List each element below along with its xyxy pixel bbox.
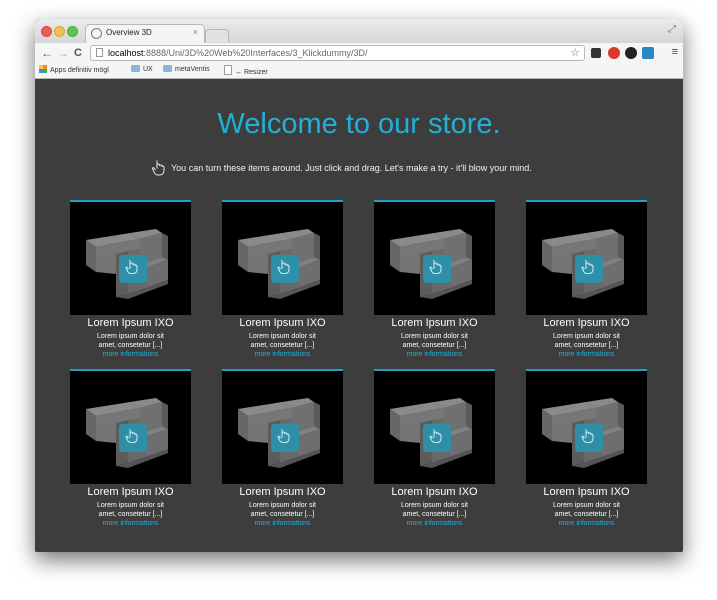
product-name: Lorem Ipsum IXO (543, 486, 630, 498)
close-window-button[interactable] (41, 26, 52, 37)
tab-overview-3d[interactable]: Overview 3D × (85, 24, 205, 44)
tab-close-icon[interactable]: × (193, 27, 198, 37)
page-icon (224, 65, 232, 75)
product-name: Lorem Ipsum IXO (87, 486, 174, 498)
folder-icon (163, 65, 172, 72)
more-informations-link[interactable]: more informations (70, 351, 191, 358)
interaction-hint: You can turn these items around. Just cl… (152, 159, 572, 177)
apps-grid-icon (39, 65, 47, 73)
product-card[interactable]: Lorem Ipsum IXO Lorem ipsum dolor sit ame… (374, 200, 495, 370)
product-card[interactable]: Lorem Ipsum IXO Lorem ipsum dolor sit ame… (374, 369, 495, 539)
product-3d-model (238, 229, 320, 299)
product-3d-model (542, 229, 624, 299)
product-3d-model (86, 229, 168, 299)
new-tab-button[interactable] (205, 29, 229, 42)
drag-badge (575, 424, 603, 452)
bookmark-resizer[interactable]: ↔ Resizer (224, 65, 268, 76)
adblock-icon[interactable] (608, 47, 620, 59)
forward-arrow-icon[interactable]: → (57, 46, 69, 60)
product-name: Lorem Ipsum IXO (543, 317, 630, 329)
drag-badge (575, 255, 603, 283)
browser-window: Overview 3D × ⤢ ← → C localhost:8888/Uni… (35, 19, 683, 552)
product-card[interactable]: Lorem Ipsum IXO Lorem ipsum dolor sit ame… (526, 200, 647, 370)
more-informations-link[interactable]: more informations (222, 520, 343, 527)
product-3d-model (86, 398, 168, 468)
address-url: localhost:8888/Uni/3D%20Web%20Interfaces… (108, 48, 368, 58)
product-3d-model (390, 229, 472, 299)
more-informations-link[interactable]: more informations (526, 520, 647, 527)
drag-badge (271, 424, 299, 452)
product-card[interactable]: Lorem Ipsum IXO Lorem ipsum dolor sit ame… (526, 369, 647, 539)
product-card[interactable]: Lorem Ipsum IXO Lorem ipsum dolor sit ame… (70, 369, 191, 539)
minimize-window-button[interactable] (54, 26, 65, 37)
bookmarks-bar: Apps definitiv mögl UX metaVentis ↔ Resi… (35, 64, 683, 79)
drag-badge (423, 424, 451, 452)
product-description: Lorem ipsum dolor sit amet, consetetur [.… (553, 502, 620, 518)
address-bar[interactable]: localhost:8888/Uni/3D%20Web%20Interfaces… (90, 45, 585, 61)
bookmark-star-icon[interactable]: ☆ (570, 46, 580, 59)
product-name: Lorem Ipsum IXO (391, 486, 478, 498)
ghostery-icon[interactable] (625, 47, 637, 59)
product-description: Lorem ipsum dolor sit amet, consetetur [.… (401, 333, 468, 349)
reload-icon[interactable]: C (74, 46, 82, 60)
store-page: Welcome to our store. You can turn these… (35, 79, 683, 552)
drag-badge (271, 255, 299, 283)
tab-favicon-icon (91, 28, 102, 39)
menu-icon[interactable]: ≡ (672, 46, 678, 58)
product-3d-viewer[interactable] (374, 369, 495, 484)
product-name: Lorem Ipsum IXO (239, 486, 326, 498)
product-card[interactable]: Lorem Ipsum IXO Lorem ipsum dolor sit ame… (70, 200, 191, 370)
product-card[interactable]: Lorem Ipsum IXO Lorem ipsum dolor sit ame… (222, 369, 343, 539)
product-name: Lorem Ipsum IXO (87, 317, 174, 329)
product-description: Lorem ipsum dolor sit amet, consetetur [.… (249, 333, 316, 349)
hand-pointer-icon (152, 160, 165, 176)
drag-badge (119, 255, 147, 283)
product-card[interactable]: Lorem Ipsum IXO Lorem ipsum dolor sit ame… (222, 200, 343, 370)
more-informations-link[interactable]: more informations (70, 520, 191, 527)
browser-toolbar: ← → C localhost:8888/Uni/3D%20Web%20Inte… (35, 43, 683, 64)
product-description: Lorem ipsum dolor sit amet, consetetur [.… (401, 502, 468, 518)
product-3d-viewer[interactable] (526, 369, 647, 484)
product-3d-model (238, 398, 320, 468)
zoom-window-button[interactable] (67, 26, 78, 37)
more-informations-link[interactable]: more informations (374, 520, 495, 527)
product-name: Lorem Ipsum IXO (239, 317, 326, 329)
product-3d-viewer[interactable] (526, 200, 647, 315)
page-icon (96, 48, 103, 57)
product-3d-viewer[interactable] (70, 369, 191, 484)
drag-badge (423, 255, 451, 283)
product-3d-viewer[interactable] (222, 369, 343, 484)
product-description: Lorem ipsum dolor sit amet, consetetur [.… (553, 333, 620, 349)
title-bar: Overview 3D × ⤢ (35, 19, 683, 44)
page-title: Welcome to our store. (217, 108, 501, 140)
drag-badge (119, 424, 147, 452)
product-description: Lorem ipsum dolor sit amet, consetetur [.… (97, 502, 164, 518)
product-description: Lorem ipsum dolor sit amet, consetetur [.… (97, 333, 164, 349)
product-3d-model (390, 398, 472, 468)
product-3d-model (542, 398, 624, 468)
product-3d-viewer[interactable] (222, 200, 343, 315)
bookmark-metaventis[interactable]: metaVentis (163, 65, 210, 73)
product-name: Lorem Ipsum IXO (391, 317, 478, 329)
hint-text: You can turn these items around. Just cl… (171, 163, 532, 173)
product-3d-viewer[interactable] (70, 200, 191, 315)
fullscreen-icon[interactable]: ⤢ (668, 24, 676, 35)
more-informations-link[interactable]: more informations (374, 351, 495, 358)
bookmark-apps[interactable]: Apps definitiv mögl (39, 65, 109, 74)
product-description: Lorem ipsum dolor sit amet, consetetur [.… (249, 502, 316, 518)
folder-icon (131, 65, 140, 72)
extension-icon[interactable] (642, 47, 654, 59)
bookmark-ux[interactable]: UX (131, 65, 153, 73)
back-arrow-icon[interactable]: ← (41, 46, 53, 60)
settings-gear-icon[interactable] (591, 48, 601, 58)
product-3d-viewer[interactable] (374, 200, 495, 315)
more-informations-link[interactable]: more informations (526, 351, 647, 358)
tab-title: Overview 3D (106, 28, 152, 37)
more-informations-link[interactable]: more informations (222, 351, 343, 358)
